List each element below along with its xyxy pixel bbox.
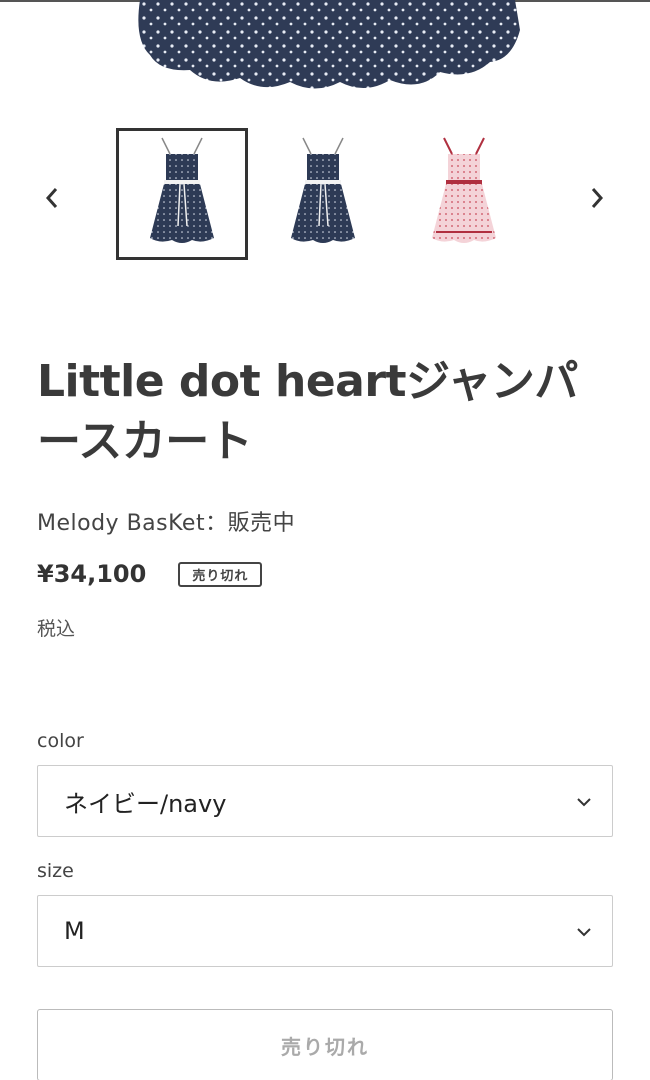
main-product-image (0, 0, 650, 100)
chevron-down-icon (577, 798, 591, 807)
dress-thumbnail-image (150, 137, 214, 243)
thumbnail-2[interactable] (257, 128, 389, 260)
product-title: Little dot heartジャンパースカート (37, 356, 578, 467)
product-price: ¥34,100 (37, 560, 147, 588)
gallery-prev-button[interactable] (37, 178, 67, 218)
chevron-right-icon (591, 188, 604, 208)
tax-note: 税込 (37, 618, 76, 640)
dress-thumbnail-image (291, 137, 355, 243)
color-select[interactable]: ネイビー/navy (37, 765, 613, 837)
thumbnail-gallery (0, 118, 650, 278)
sold-out-badge: 売り切れ (178, 561, 263, 587)
color-select-value: ネイビー/navy (64, 789, 227, 818)
color-label: color (37, 730, 84, 752)
chevron-left-icon (45, 188, 58, 208)
thumbnail-3[interactable] (398, 128, 530, 260)
vendor-status: Melody BasKet：販売中 (37, 511, 296, 536)
size-select-value: M (64, 917, 85, 945)
sold-out-button[interactable]: 売り切れ (37, 1009, 613, 1080)
size-select[interactable]: M (37, 895, 613, 967)
dress-thumbnail-image (432, 137, 496, 243)
size-label: size (37, 860, 74, 882)
chevron-down-icon (577, 928, 591, 937)
gallery-next-button[interactable] (582, 178, 612, 218)
sold-out-button-label: 売り切れ (281, 1034, 369, 1059)
price-row: ¥34,100 売り切れ (37, 560, 263, 588)
thumbnail-1[interactable] (116, 128, 248, 260)
